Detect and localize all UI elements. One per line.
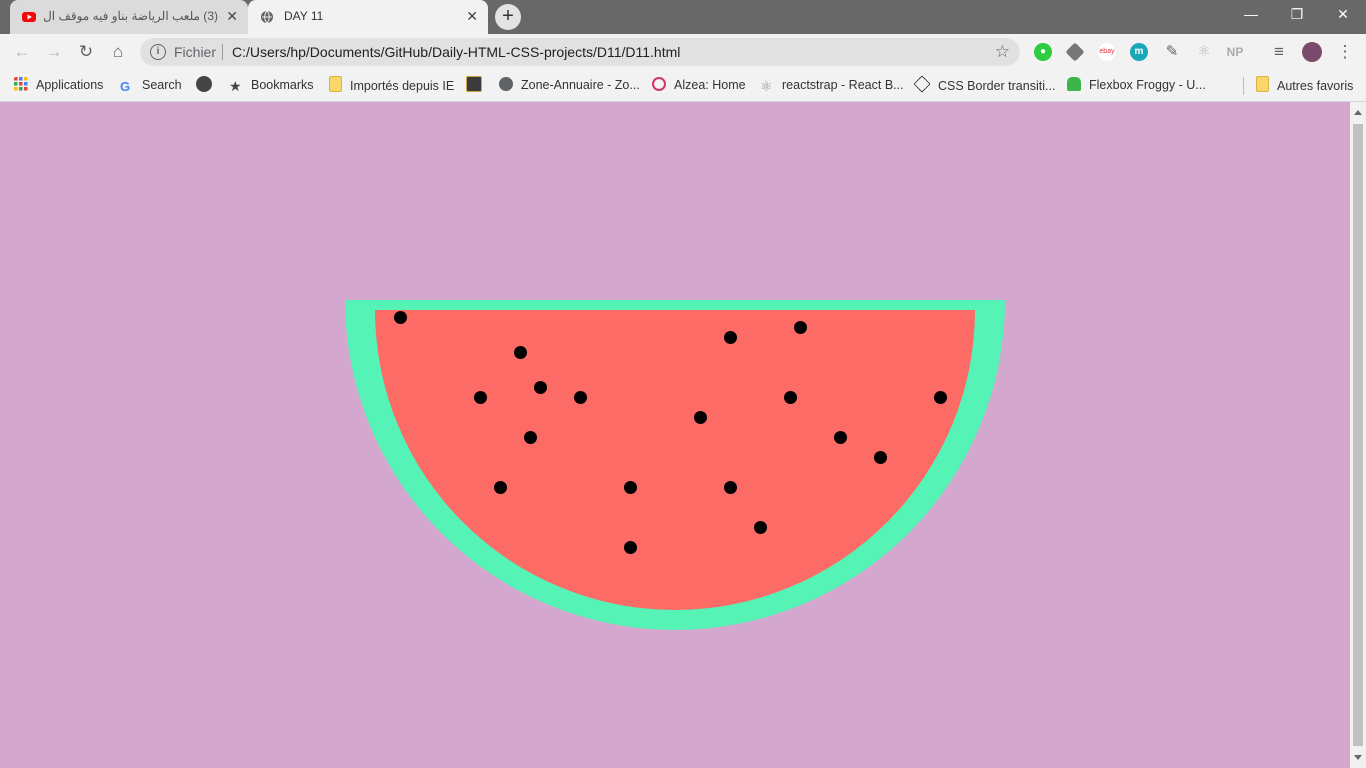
apps-grid-icon: [14, 77, 28, 91]
browser-toolbar: ← → ↻ ⌂ i Fichier C:/Users/hp/Documents/…: [0, 34, 1366, 70]
seed: [724, 481, 737, 494]
bookmarks-bar: Applications G Search ★ Bookmarks Importés…: [0, 70, 1366, 102]
reading-list-icon[interactable]: ≡: [1268, 41, 1290, 63]
home-icon[interactable]: ⌂: [107, 41, 129, 63]
vertical-scrollbar[interactable]: [1350, 102, 1366, 768]
tab-day-11[interactable]: DAY 11 ✕: [248, 0, 488, 34]
bookmark-label: Applications: [36, 78, 104, 92]
globe-icon: [499, 77, 513, 91]
tab-youtube[interactable]: (3) ملعب الرياضة بناو فيه موقف ال ✕: [10, 0, 248, 34]
tab-title: (3) ملعب الرياضة بناو فيه موقف ال: [43, 9, 218, 23]
close-tab-icon[interactable]: ✕: [466, 8, 478, 25]
seed: [624, 481, 637, 494]
dark-square-icon: [466, 76, 482, 92]
url-text[interactable]: C:/Users/hp/Documents/GitHub/Daily-HTML-…: [232, 44, 680, 60]
bookmark-search[interactable]: G Search: [120, 76, 182, 94]
seed: [514, 346, 527, 359]
bookmark-label: Alzea: Home: [674, 78, 746, 92]
seed: [624, 541, 637, 554]
layers-extension-icon[interactable]: [1065, 42, 1085, 62]
bookmark-folder-ie[interactable]: Importés depuis IE: [329, 76, 454, 94]
reload-icon[interactable]: ↻: [75, 41, 97, 63]
bookmark-label: Zone-Annuaire - Zo...: [521, 78, 640, 92]
menu-icon[interactable]: ⋮: [1334, 41, 1356, 63]
m-extension-icon[interactable]: m: [1130, 43, 1148, 61]
seed: [694, 411, 707, 424]
seed: [524, 431, 537, 444]
back-icon[interactable]: ←: [11, 41, 33, 63]
bookmark-label: reactstrap - React B...: [782, 78, 904, 92]
np-extension-icon[interactable]: NP: [1226, 43, 1244, 61]
scroll-up-arrow-icon[interactable]: [1354, 110, 1362, 115]
bookmark-label: Search: [142, 78, 182, 92]
bookmark-dark-circle[interactable]: [196, 76, 220, 94]
bookmark-label: CSS Border transiti...: [938, 79, 1056, 93]
react-devtools-icon[interactable]: ⚛: [1195, 43, 1213, 61]
seed: [874, 451, 887, 464]
seed: [394, 311, 407, 324]
globe-icon: [261, 10, 273, 24]
restore-icon[interactable]: ❐: [1287, 6, 1307, 23]
address-separator: [222, 44, 223, 60]
bookmark-other-favorites[interactable]: Autres favoris: [1256, 76, 1353, 94]
avatar[interactable]: [1302, 42, 1322, 62]
folder-icon: [1256, 76, 1269, 92]
codepen-icon: [913, 75, 931, 93]
page-viewport: [0, 102, 1350, 768]
star-icon: ★: [229, 78, 242, 94]
address-bar[interactable]: i Fichier C:/Users/hp/Documents/GitHub/D…: [140, 38, 1020, 66]
frog-icon: [1067, 77, 1081, 91]
seed: [754, 521, 767, 534]
info-icon[interactable]: i: [150, 44, 166, 60]
bookmark-alzea[interactable]: Alzea: Home: [652, 76, 746, 94]
close-tab-icon[interactable]: ✕: [226, 8, 238, 25]
tab-strip: (3) ملعب الرياضة بناو فيه موقف ال ✕ DAY …: [0, 0, 1366, 34]
green-extension-icon[interactable]: ●: [1034, 43, 1052, 61]
bookmark-dark-square[interactable]: [466, 76, 490, 94]
seed: [724, 331, 737, 344]
scheme-label: Fichier: [174, 44, 217, 60]
seed: [934, 391, 947, 404]
seed: [834, 431, 847, 444]
dark-circle-icon: [196, 76, 212, 92]
minimize-icon[interactable]: —: [1241, 6, 1261, 22]
bookmark-bookmarks[interactable]: ★ Bookmarks: [229, 76, 314, 94]
watermelon-flesh: [375, 310, 975, 610]
seed: [534, 381, 547, 394]
bookmark-label: Bookmarks: [251, 78, 314, 92]
close-window-icon[interactable]: ✕: [1333, 6, 1353, 23]
bookmarks-separator: [1243, 77, 1244, 95]
seed: [794, 321, 807, 334]
bookmark-star-icon[interactable]: ☆: [995, 42, 1010, 62]
seed: [574, 391, 587, 404]
seed: [474, 391, 487, 404]
tab-title: DAY 11: [284, 9, 324, 23]
bookmark-label: Autres favoris: [1277, 79, 1354, 93]
bookmark-zone-annuaire[interactable]: Zone-Annuaire - Zo...: [499, 76, 640, 94]
seed: [494, 481, 507, 494]
folder-icon: [329, 76, 342, 92]
google-icon: G: [120, 79, 131, 94]
seed: [784, 391, 797, 404]
ebay-extension-icon[interactable]: ebay: [1098, 43, 1116, 61]
bookmark-flexbox-froggy[interactable]: Flexbox Froggy - U...: [1067, 76, 1206, 94]
eyedropper-extension-icon[interactable]: ✎: [1163, 43, 1181, 61]
new-tab-button[interactable]: +: [495, 4, 521, 30]
bookmark-css-border[interactable]: CSS Border transiti...: [913, 75, 1056, 94]
bookmark-applications[interactable]: Applications: [14, 76, 103, 94]
bookmark-label: Flexbox Froggy - U...: [1089, 78, 1206, 92]
forward-icon[interactable]: →: [43, 41, 65, 63]
scroll-down-arrow-icon[interactable]: [1354, 755, 1362, 760]
bookmark-label: Importés depuis IE: [350, 79, 455, 93]
react-icon: ⚛: [760, 78, 773, 94]
scroll-thumb[interactable]: [1353, 124, 1363, 746]
alzea-icon: [652, 77, 666, 91]
bookmark-reactstrap[interactable]: ⚛ reactstrap - React B...: [760, 76, 904, 94]
